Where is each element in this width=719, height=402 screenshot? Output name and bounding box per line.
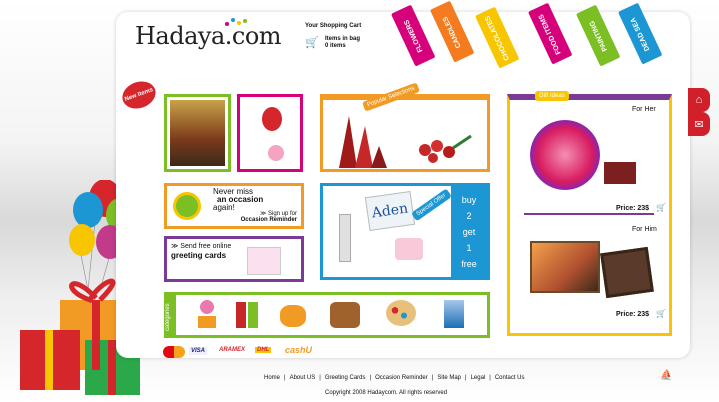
greeting-line2: greeting cards	[171, 251, 227, 260]
payment-dhl: DHL	[255, 347, 272, 353]
footer-separator: |	[369, 375, 372, 381]
clock-icon	[173, 192, 201, 220]
payment-logos: VISA ARAMEX DHL cashU	[163, 345, 343, 359]
cream-tube-image	[339, 214, 351, 262]
for-her-label: For Her	[632, 106, 656, 113]
footer-separator: |	[319, 375, 321, 381]
greeting-cards-panel[interactable]: ≫ Send free online greeting cards	[164, 236, 304, 282]
category-flowers-icon[interactable]	[198, 298, 216, 328]
for-him-cart-icon[interactable]: 🛒	[656, 309, 666, 318]
cart-items-label: Items in bag	[325, 36, 361, 42]
offer-n2: 1	[466, 243, 472, 253]
footer-separator: |	[431, 375, 434, 381]
for-him-price: Price: 23$	[616, 311, 650, 318]
greeting-line1: ≫ Send free online	[171, 243, 232, 250]
for-her-flowers-image[interactable]	[530, 120, 600, 190]
aden-brand: Aden	[370, 200, 410, 222]
gift-ideas-tag: Gift Ideas	[535, 91, 569, 101]
occasion-reminder-link[interactable]: Occasion Reminder	[241, 217, 297, 223]
site-logo[interactable]: Hadaya.com	[135, 22, 282, 50]
for-her-cart-icon[interactable]: 🛒	[656, 203, 666, 212]
new-item-painting[interactable]	[164, 94, 231, 172]
cart-items-count: 0 items	[325, 43, 346, 49]
offer-free: free	[461, 259, 477, 269]
payment-visa: VISA	[189, 347, 208, 355]
for-her-price: Price: 23$	[616, 205, 650, 212]
buy-get-free-strip: buy 2 get 1 free	[451, 186, 487, 277]
footer-link-site-map[interactable]: Site Map	[437, 375, 461, 381]
footer-link-home[interactable]: Home	[264, 375, 280, 381]
popular-selections-panel[interactable]	[320, 94, 490, 172]
home-icon: ⌂	[695, 94, 703, 106]
category-painting-icon[interactable]	[386, 300, 416, 326]
greeting-card-image	[247, 247, 281, 275]
cart-icon: 🛒	[305, 37, 319, 49]
special-offer-panel[interactable]: Aden buy 2 get 1 free	[320, 183, 490, 280]
copyright: Copyright 2008 Hadaycom. All rights rese…	[325, 390, 448, 396]
footer-link-legal[interactable]: Legal	[471, 375, 486, 381]
reminder-link-prefix: ≫ Sign up for	[260, 211, 297, 217]
payment-cashu: cashU	[285, 345, 313, 355]
candles-image	[339, 116, 387, 168]
offer-n1: 2	[466, 211, 472, 221]
logo-sparkle-icon	[225, 18, 255, 30]
cream-jar-image	[395, 238, 423, 260]
category-food-icon[interactable]	[330, 302, 360, 328]
categories-label: categories	[165, 303, 171, 331]
new-item-balloons[interactable]	[237, 94, 303, 172]
new-items-label: New Items	[124, 87, 154, 103]
mail-icon: ✉	[694, 118, 704, 131]
occasion-reminder-panel[interactable]: Never miss an occasion again! ≫ Sign up …	[164, 183, 304, 229]
mail-tab[interactable]: ✉	[688, 112, 710, 136]
footer-link-occasion-reminder[interactable]: Occasion Reminder	[375, 375, 428, 381]
category-chocolates-icon[interactable]	[280, 305, 306, 327]
for-her-gift-box-image[interactable]	[604, 162, 636, 184]
payment-aramex: ARAMEX	[219, 347, 246, 353]
aden-product-image: Aden	[364, 190, 416, 232]
footer-separator: |	[465, 375, 467, 381]
category-dead-sea-icon[interactable]	[444, 300, 464, 328]
mastercard-icon	[163, 346, 185, 358]
offer-buy: buy	[461, 195, 477, 205]
footer-link-greeting-cards[interactable]: Greeting Cards	[325, 375, 366, 381]
for-him-label: For Him	[632, 226, 657, 233]
footer-link-about-us[interactable]: About US	[290, 375, 316, 381]
category-candles-icon[interactable]	[236, 302, 258, 328]
footer-separator: |	[489, 375, 491, 381]
roses-image	[419, 134, 472, 163]
cart-title: Your Shopping Cart	[305, 23, 362, 29]
gift-ideas-divider	[524, 213, 654, 215]
for-him-painting-image[interactable]	[530, 241, 600, 293]
footer-links: Home | About US | Greeting Cards | Occasion Re…	[262, 375, 527, 381]
ribbon-label: PAINTING	[588, 19, 609, 53]
footer-separator: |	[284, 375, 286, 381]
sailboat-icon: ⛵	[660, 370, 673, 381]
offer-get: get	[462, 227, 476, 237]
for-him-chocolate-box-image[interactable]	[600, 246, 654, 299]
home-tab[interactable]: ⌂	[688, 88, 710, 112]
footer-link-contact-us[interactable]: Contact Us	[495, 375, 525, 381]
